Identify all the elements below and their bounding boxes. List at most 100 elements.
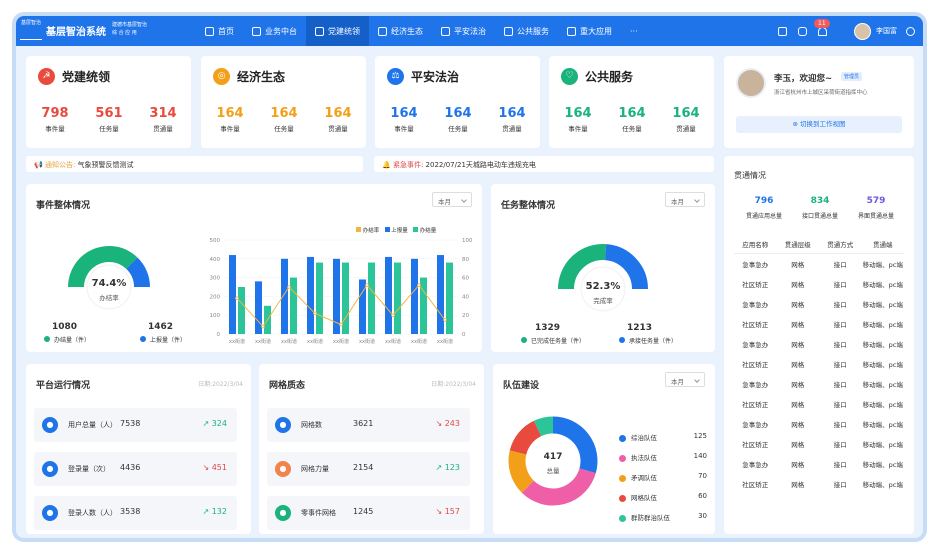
category-title: 党建统领: [62, 70, 111, 84]
y2-tick-label: 40: [462, 294, 469, 300]
y2-tick-label: 0: [462, 332, 466, 338]
table-row[interactable]: 急事急办 网格 接口 移动端、pc端: [734, 294, 904, 314]
nav-item-4[interactable]: 平安法治: [432, 16, 495, 46]
table-header: 应用名称 贯通层级 贯通方式 贯通端: [734, 234, 904, 254]
nav-item-3[interactable]: 经济生态: [369, 16, 432, 46]
address: 浙江省杭州市上城区采荷街道指挥中心: [774, 90, 868, 96]
card-title: 网格质态: [269, 381, 306, 391]
category-stat: 164 事件量: [216, 106, 244, 133]
table-row[interactable]: 急事急办 网格 接口 移动端、pc端: [734, 414, 904, 434]
team-card: 队伍建设 本月 417 总量 综治队伍 125 执法队伍 140 矛调队伍 70 网格队伍 6…: [493, 364, 715, 534]
bar-上报量: [307, 256, 314, 334]
power-icon[interactable]: [906, 16, 915, 46]
bar-办结量: [316, 262, 323, 334]
username[interactable]: 李国富: [876, 16, 897, 46]
x-tick-label: xx街道: [255, 338, 271, 345]
nav-item-5[interactable]: 公共服务: [495, 16, 558, 46]
period-select[interactable]: 本月: [665, 372, 705, 387]
table-row[interactable]: 社区矫正 网格 接口 移动端、pc端: [734, 274, 904, 294]
card-title: 贯通情况: [734, 171, 766, 180]
nav-item-2[interactable]: 党建统领: [306, 16, 369, 46]
report-count: 1462: [148, 322, 174, 332]
grid-row[interactable]: ● 网格力量 2154 ↗ 123: [267, 452, 470, 486]
line-point: [339, 322, 343, 327]
donut-slice-4: [533, 416, 554, 437]
bar-办结量: [342, 262, 349, 334]
grid-row[interactable]: ● 零事件网格 1245 ↘ 157: [267, 496, 470, 530]
lock-icon[interactable]: [798, 16, 807, 46]
nav-item-1[interactable]: 业务中台: [243, 16, 306, 46]
table-row[interactable]: 社区矫正 网格 接口 移动端、pc端: [734, 314, 904, 334]
nav-item-7[interactable]: ···: [621, 16, 647, 46]
grid-row[interactable]: ● 网格数 3621 ↘ 243: [267, 408, 470, 442]
table-row[interactable]: 急事急办 网格 接口 移动端、pc端: [734, 334, 904, 354]
logo: 基层智治: [20, 20, 42, 40]
platform-row[interactable]: ● 用户总量（人） 7538 ↗ 324: [34, 408, 237, 442]
party-flag-icon: ☭: [38, 68, 55, 85]
trend-up-icon: ↗: [435, 463, 445, 472]
team-legend-item: 网格队伍 60: [619, 492, 707, 502]
x-tick-label: xx街道: [333, 338, 349, 345]
category-card-2[interactable]: ⚖ 平安法治 164 事件量 164 任务量 164 贯通量: [375, 56, 540, 148]
avatar: [736, 68, 766, 98]
avatar[interactable]: [854, 16, 871, 46]
grid-card: 网格质态 日期:2022/3/04 ● 网格数 3621 ↘ 243 ● 网格力量 2154…: [259, 364, 484, 534]
table-row[interactable]: 社区矫正 网格 接口 移动端、pc端: [734, 354, 904, 374]
platform-row[interactable]: ● 登录量（次） 4436 ↘ 451: [34, 452, 237, 486]
service-icon: [504, 26, 513, 36]
category-card-0[interactable]: ☭ 党建统领 798 事件量 561 任务量 314 贯通量: [26, 56, 191, 148]
x-tick-label: xx街道: [411, 338, 427, 345]
screen-icon[interactable]: [778, 16, 787, 46]
category-stat: 561 任务量: [95, 106, 123, 133]
category-card-1[interactable]: ◎ 经济生态 164 事件量 164 任务量 164 贯通量: [201, 56, 366, 148]
person-icon: ●: [275, 461, 291, 477]
home-icon: [205, 26, 214, 36]
service-icon: ♡: [561, 68, 578, 85]
emergency-bar[interactable]: 🔔 紧急事件: 2022/07/21天城路电动车违规充电: [374, 156, 714, 172]
table-row[interactable]: 急事急办 网格 接口 移动端、pc端: [734, 374, 904, 394]
category-title: 经济生态: [237, 70, 286, 84]
chart-legend: 办结率 上报量 办结量: [356, 226, 436, 234]
date-label: 日期:2022/3/04: [431, 381, 476, 388]
bar-办结量: [420, 277, 427, 334]
platform-row[interactable]: ● 登录人数（人） 3538 ↗ 132: [34, 496, 237, 530]
y2-tick-label: 20: [462, 313, 469, 319]
trend-down: ↘ 157: [435, 507, 460, 516]
y-tick-label: 200: [210, 294, 221, 300]
table-row[interactable]: 急事急办 网格 接口 移动端、pc端: [734, 454, 904, 474]
megaphone-icon: 📢: [34, 161, 43, 169]
accepted-legend: 承接任务量（件）: [619, 336, 677, 345]
table-row[interactable]: 社区矫正 网格 接口 移动端、pc端: [734, 434, 904, 454]
trend-down-icon: ↘: [202, 463, 212, 472]
trend-up-icon: ↗: [202, 419, 212, 428]
y-tick-label: 100: [210, 313, 221, 319]
x-tick-label: xx街道: [307, 338, 323, 345]
notice-bar[interactable]: 📢 通知公告: 气象预警反馈测试: [26, 156, 363, 172]
accepted-count: 1213: [627, 323, 653, 333]
bar-办结量: [290, 277, 297, 334]
line-point: [417, 283, 421, 287]
category-stat: 164 任务量: [444, 106, 472, 133]
chart-icon: ●: [42, 461, 58, 477]
card-title: 平台运行情况: [36, 381, 91, 391]
switch-view-button[interactable]: ⊛ 切换到工作视图: [736, 116, 902, 133]
connect-stat: 796 贯通应用总量: [745, 196, 782, 220]
event-bar-chart: 5004003002001000100806040200xx街道 xx街道 xx街道…: [210, 238, 473, 345]
done-legend: 办结量（件）: [44, 335, 90, 344]
table-row[interactable]: 急事急办 网格 接口 移动端、pc端: [734, 254, 904, 274]
event-overview-card: 事件整体情况 本月 74.4% 办结率 1080 办结量（件） 1462 上报量…: [26, 184, 482, 352]
table-row[interactable]: 社区矫正 网格 接口 移动端、pc端: [734, 394, 904, 414]
line-point: [313, 311, 317, 316]
category-stat: 164 事件量: [390, 106, 418, 133]
donut-slice-2: [508, 450, 535, 493]
cube-icon: ●: [275, 417, 291, 433]
law-icon: ⚖: [387, 68, 404, 85]
nav-item-6[interactable]: 重大应用: [558, 16, 621, 46]
business-icon: [252, 26, 261, 36]
table-row[interactable]: 社区矫正 网格 接口 移动端、pc端: [734, 474, 904, 494]
category-card-3[interactable]: ♡ 公共服务 164 事件量 164 任务量 164 贯通量: [549, 56, 714, 148]
switch-icon: ⊛: [792, 120, 800, 128]
nav-item-0[interactable]: 首页: [196, 16, 243, 46]
team-legend-item: 执法队伍 140: [619, 452, 707, 462]
connect-stat: 579 界面贯通总量: [857, 196, 894, 220]
